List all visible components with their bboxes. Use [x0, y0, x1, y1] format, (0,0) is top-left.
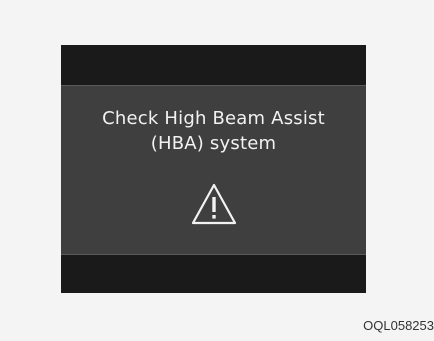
message-line-2: (HBA) system	[150, 133, 277, 154]
message-panel: Check High Beam Assist (HBA) system	[61, 85, 366, 255]
display-top-band	[61, 45, 366, 85]
display-bottom-band	[61, 255, 366, 293]
message-line-1: Check High Beam Assist	[102, 108, 325, 129]
warning-triangle-icon	[191, 183, 236, 225]
figure-code: OQL058253	[363, 318, 434, 333]
cluster-display: Check High Beam Assist (HBA) system	[61, 45, 366, 293]
